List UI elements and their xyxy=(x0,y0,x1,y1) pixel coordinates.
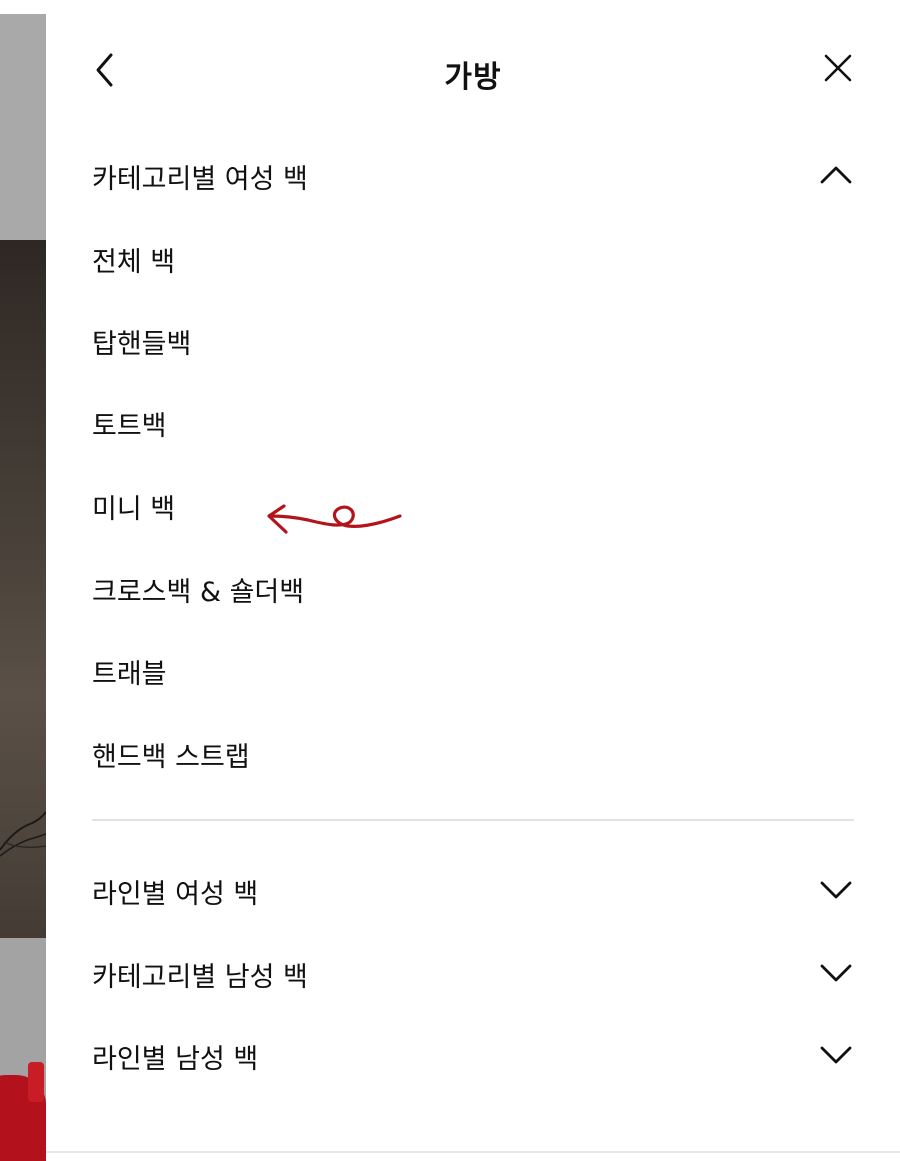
background-image-top xyxy=(0,14,46,240)
menu-item-crossbody-shoulder-bags[interactable]: 크로스백 & 숄더백 xyxy=(92,570,304,609)
panel-bottom-divider xyxy=(46,1151,900,1153)
chevron-down-icon xyxy=(820,1046,852,1064)
chevron-up-icon xyxy=(820,166,852,184)
menu-item-handbag-straps[interactable]: 핸드백 스트랩 xyxy=(92,735,250,774)
hand-drawn-arrow-annotation xyxy=(267,504,402,534)
section-divider xyxy=(92,819,854,821)
menu-panel: 가방 카테고리별 여성 백 전체 백 탑핸들백 토트백 미니 백 크로스백 & … xyxy=(46,0,900,1161)
menu-header: 가방 xyxy=(46,40,900,100)
menu-item-top-handle-bags[interactable]: 탑핸들백 xyxy=(92,322,191,361)
background-page xyxy=(0,0,46,1161)
section-womens-bags-by-category[interactable]: 카테고리별 여성 백 xyxy=(92,149,854,199)
chevron-down-icon xyxy=(820,964,852,982)
menu-item-mini-bags[interactable]: 미니 백 xyxy=(92,487,175,526)
section-womens-bags-by-line[interactable]: 라인별 여성 백 xyxy=(92,864,854,914)
background-red-bag-handle xyxy=(28,1062,44,1102)
menu-item-tote-bags[interactable]: 토트백 xyxy=(92,404,167,443)
background-margin xyxy=(0,0,46,14)
section-label: 카테고리별 여성 백 xyxy=(92,164,308,195)
section-label: 카테고리별 남성 백 xyxy=(92,962,308,993)
close-icon xyxy=(824,54,852,82)
section-label: 라인별 여성 백 xyxy=(92,879,259,910)
section-mens-bags-by-category[interactable]: 카테고리별 남성 백 xyxy=(92,947,854,997)
section-label: 라인별 남성 백 xyxy=(92,1044,259,1075)
menu-item-all-bags[interactable]: 전체 백 xyxy=(92,240,175,279)
close-button[interactable] xyxy=(818,48,858,88)
menu-title: 가방 xyxy=(444,60,502,95)
chevron-down-icon xyxy=(820,881,852,899)
section-mens-bags-by-line[interactable]: 라인별 남성 백 xyxy=(92,1029,854,1079)
background-wire-detail xyxy=(0,811,46,857)
menu-item-travel[interactable]: 트래블 xyxy=(92,652,167,691)
